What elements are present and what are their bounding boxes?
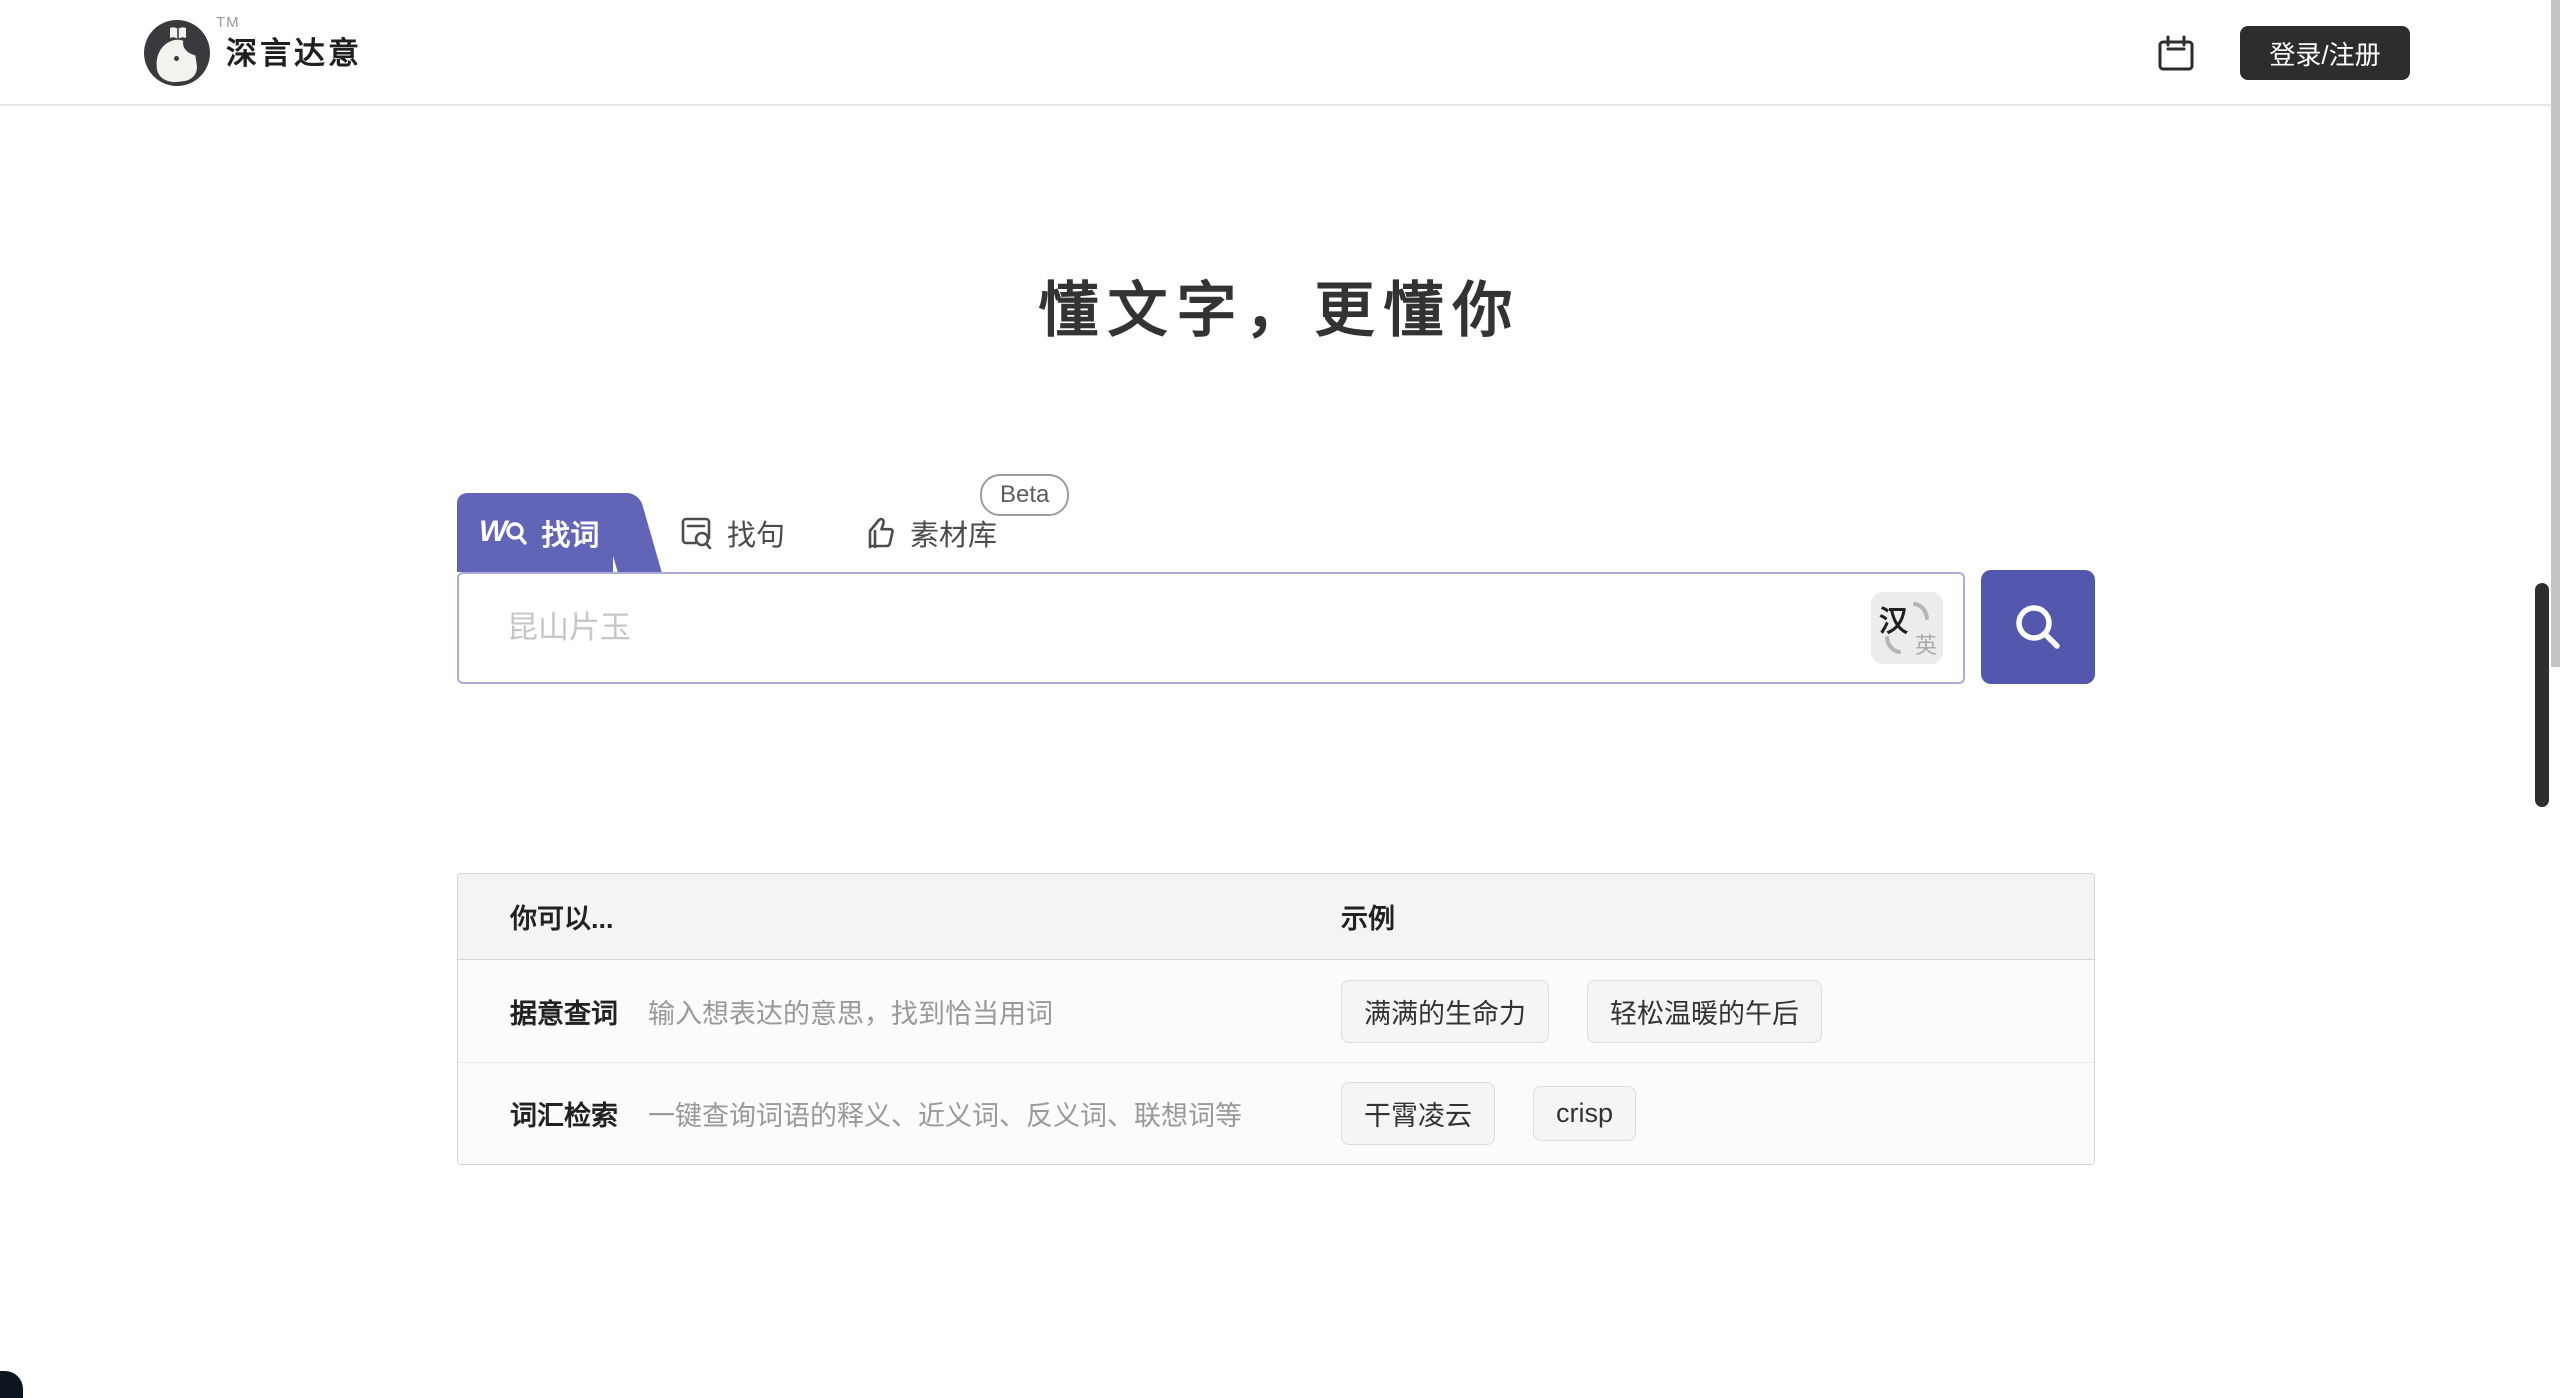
tab-material-library[interactable]: 素材库 xyxy=(864,493,997,572)
thumbs-up-icon xyxy=(864,516,896,550)
capabilities-table: 你可以... 示例 据意查词 输入想表达的意思，找到恰当用词 满满的生命力 轻松… xyxy=(457,873,2095,1165)
example-chip[interactable]: 干霄凌云 xyxy=(1341,1082,1495,1145)
overlay-scrollbar-thumb[interactable] xyxy=(2535,583,2549,807)
tab-find-word-label: 找词 xyxy=(541,512,599,554)
table-row: 词汇检索 一键查询词语的释义、近义词、反义词、联想词等 干霄凌云 crisp xyxy=(458,1062,2094,1164)
calendar-icon[interactable] xyxy=(2155,33,2197,75)
book-icon xyxy=(168,26,188,42)
search-input[interactable] xyxy=(457,572,1965,684)
capability-desc: 一键查询词语的释义、近义词、反义词、联想词等 xyxy=(648,1094,1242,1133)
search-button[interactable] xyxy=(1981,570,2095,684)
chat-widget-corner[interactable] xyxy=(0,1371,23,1398)
tab-find-sentence[interactable]: 找句 xyxy=(679,493,785,572)
brand-name: 深言达意 xyxy=(226,38,362,70)
header-capability: 你可以... xyxy=(458,897,1341,936)
beta-badge: Beta xyxy=(980,474,1069,516)
sentence-search-icon xyxy=(679,516,713,550)
browser-scrollbar[interactable] xyxy=(2551,0,2560,667)
tab-material-library-label: 素材库 xyxy=(910,512,997,554)
word-search-icon: W xyxy=(479,517,529,549)
capability-desc: 输入想表达的意思，找到恰当用词 xyxy=(648,992,1053,1031)
page-title: 懂文字，更懂你 xyxy=(0,262,2560,349)
table-row: 据意查词 输入想表达的意思，找到恰当用词 满满的生命力 轻松温暖的午后 xyxy=(458,960,2094,1062)
lang-english-label: 英 xyxy=(1915,628,1937,660)
tab-find-sentence-label: 找句 xyxy=(727,512,785,554)
example-chip[interactable]: crisp xyxy=(1533,1086,1636,1141)
lang-chinese-label: 汉 xyxy=(1879,598,1908,640)
capability-name: 词汇检索 xyxy=(510,1094,618,1133)
example-chip[interactable]: 满满的生命力 xyxy=(1341,980,1549,1043)
brand-logo-link[interactable]: TM 深言达意 xyxy=(144,18,384,88)
capability-name: 据意查词 xyxy=(510,992,618,1031)
top-navbar: TM 深言达意 登录/注册 xyxy=(0,0,2560,106)
whale-eye xyxy=(174,56,179,61)
search-icon xyxy=(2007,596,2069,658)
whale-logo-icon xyxy=(144,20,210,86)
trademark-mark: TM xyxy=(216,14,240,31)
language-toggle[interactable]: 汉 英 xyxy=(1871,592,1943,664)
tab-find-word[interactable]: W 找词 xyxy=(457,493,653,572)
search-tabs: W 找词 找句 素材库 Beta xyxy=(457,493,1657,572)
login-register-button[interactable]: 登录/注册 xyxy=(2240,26,2410,80)
header-example: 示例 xyxy=(1341,897,2094,936)
table-header-row: 你可以... 示例 xyxy=(458,874,2094,960)
example-chip[interactable]: 轻松温暖的午后 xyxy=(1587,980,1822,1043)
